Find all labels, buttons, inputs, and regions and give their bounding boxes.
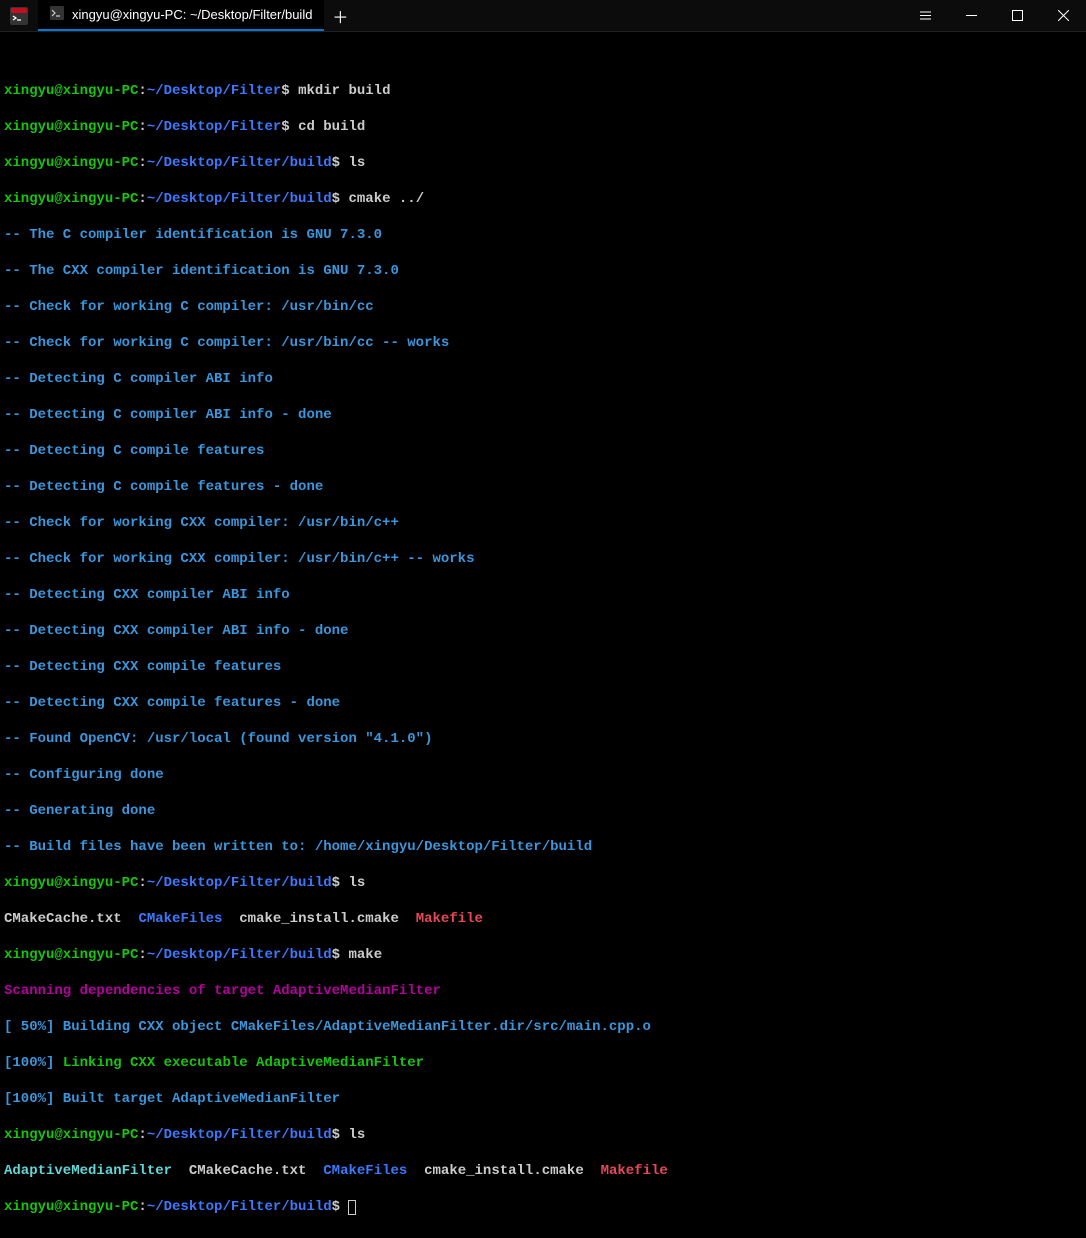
output-line: -- Generating done (4, 802, 1082, 820)
output-line: -- Found OpenCV: /usr/local (found versi… (4, 730, 1082, 748)
output-line: -- Detecting C compile features (4, 442, 1082, 460)
new-tab-button[interactable]: ＋ (324, 0, 356, 31)
terminal-content[interactable]: xingyu@xingyu-PC:~/Desktop/Filter$ mkdir… (0, 32, 1086, 1238)
active-tab[interactable]: xingyu@xingyu-PC: ~/Desktop/Filter/build (38, 0, 324, 31)
output-line: -- Check for working C compiler: /usr/bi… (4, 334, 1082, 352)
prompt-line: xingyu@xingyu-PC:~/Desktop/Filter$ mkdir… (4, 82, 1082, 100)
output-line: -- Detecting CXX compiler ABI info - don… (4, 622, 1082, 640)
ls-output: AdaptiveMedianFilter CMakeCache.txt CMak… (4, 1162, 1082, 1180)
output-line: -- Check for working C compiler: /usr/bi… (4, 298, 1082, 316)
prompt-line: xingyu@xingyu-PC:~/Desktop/Filter/build$ (4, 1198, 1082, 1216)
app-icon (0, 0, 38, 31)
output-line: -- The CXX compiler identification is GN… (4, 262, 1082, 280)
cursor (348, 1200, 356, 1215)
output-line: -- Detecting C compiler ABI info - done (4, 406, 1082, 424)
output-line: [ 50%] Building CXX object CMakeFiles/Ad… (4, 1018, 1082, 1036)
close-button[interactable] (1040, 0, 1086, 31)
output-line: Scanning dependencies of target Adaptive… (4, 982, 1082, 1000)
output-line: -- Build files have been written to: /ho… (4, 838, 1082, 856)
output-line: -- Detecting CXX compile features - done (4, 694, 1082, 712)
prompt-line: xingyu@xingyu-PC:~/Desktop/Filter/build$… (4, 946, 1082, 964)
output-line: [100%] Linking CXX executable AdaptiveMe… (4, 1054, 1082, 1072)
prompt-line: xingyu@xingyu-PC:~/Desktop/Filter/build$… (4, 1126, 1082, 1144)
output-line: -- The C compiler identification is GNU … (4, 226, 1082, 244)
output-line: -- Detecting CXX compile features (4, 658, 1082, 676)
output-line: -- Detecting CXX compiler ABI info (4, 586, 1082, 604)
terminal-icon (50, 6, 64, 23)
tab-title: xingyu@xingyu-PC: ~/Desktop/Filter/build (72, 7, 312, 22)
menu-button[interactable] (902, 0, 948, 31)
output-line: -- Detecting C compiler ABI info (4, 370, 1082, 388)
output-line: -- Configuring done (4, 766, 1082, 784)
ls-output: CMakeCache.txt CMakeFiles cmake_install.… (4, 910, 1082, 928)
prompt-line: xingyu@xingyu-PC:~/Desktop/Filter/build$… (4, 154, 1082, 172)
prompt-line: xingyu@xingyu-PC:~/Desktop/Filter/build$… (4, 874, 1082, 892)
titlebar: xingyu@xingyu-PC: ~/Desktop/Filter/build… (0, 0, 1086, 32)
output-line: [100%] Built target AdaptiveMedianFilter (4, 1090, 1082, 1108)
minimize-button[interactable] (948, 0, 994, 31)
prompt-line: xingyu@xingyu-PC:~/Desktop/Filter/build$… (4, 190, 1082, 208)
output-line: -- Check for working CXX compiler: /usr/… (4, 514, 1082, 532)
output-line: -- Detecting C compile features - done (4, 478, 1082, 496)
maximize-button[interactable] (994, 0, 1040, 31)
output-line: -- Check for working CXX compiler: /usr/… (4, 550, 1082, 568)
window-controls (902, 0, 1086, 31)
prompt-line: xingyu@xingyu-PC:~/Desktop/Filter$ cd bu… (4, 118, 1082, 136)
